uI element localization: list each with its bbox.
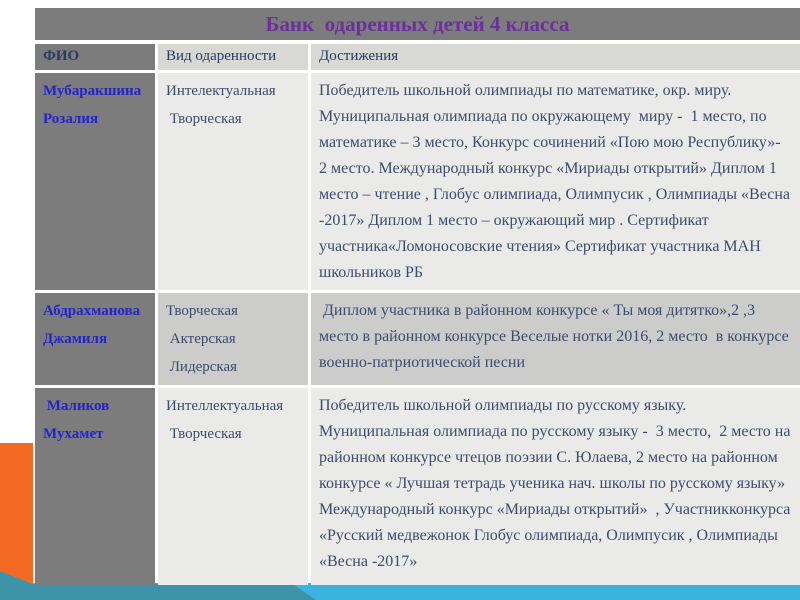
- column-header-fio: ФИО: [35, 44, 155, 70]
- table-row-giftedness: Интеллектуальная Творческая: [158, 388, 308, 585]
- table-row-giftedness: Интелектуальная Творческая: [158, 73, 308, 290]
- table-row-name: Маликов Мухамет: [35, 388, 155, 585]
- table-row-name: Мубаракшина Розалия: [35, 73, 155, 290]
- table-row-achievements: Победитель школьной олимпиады по русском…: [311, 388, 800, 585]
- table-row-giftedness: Творческая Актерская Лидерская: [158, 293, 308, 385]
- table-row-achievements: Победитель школьной олимпиады по математ…: [311, 73, 800, 290]
- table-row-achievements: Диплом участника в районном конкурсе « Т…: [311, 293, 800, 385]
- gifted-children-table: Банк одаренных детей 4 класса ФИО Вид од…: [35, 8, 800, 585]
- slide-title: Банк одаренных детей 4 класса: [35, 8, 800, 40]
- table-row-name: Абдрахманова Джамиля: [35, 293, 155, 385]
- column-header-giftedness: Вид одаренности: [158, 44, 308, 70]
- column-header-achievements: Достижения: [311, 44, 800, 70]
- table-grid: ФИО Вид одаренности Достижения Мубаракши…: [35, 44, 800, 585]
